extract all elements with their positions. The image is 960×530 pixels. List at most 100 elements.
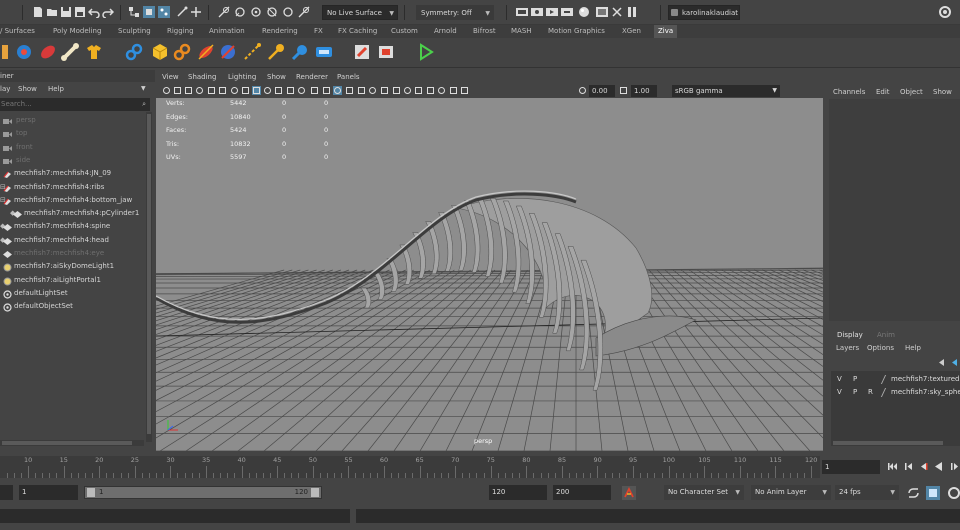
select-component-icon[interactable] bbox=[158, 6, 170, 18]
safe-action-icon[interactable] bbox=[286, 86, 295, 95]
layer-color-swatch[interactable] bbox=[880, 388, 892, 397]
outliner-vertical-scrollbar[interactable] bbox=[146, 112, 152, 442]
viewport-menu-view[interactable]: View bbox=[162, 71, 179, 84]
settings-gear-icon[interactable] bbox=[938, 5, 952, 19]
shelf-menu-icon[interactable] bbox=[2, 42, 8, 62]
shelf-tab-xgen[interactable]: XGen bbox=[622, 25, 641, 38]
ziva-material-icon[interactable] bbox=[150, 42, 170, 62]
go-to-start-icon[interactable] bbox=[887, 461, 898, 472]
range-start-handle[interactable] bbox=[87, 488, 95, 497]
play-backwards-icon[interactable] bbox=[933, 461, 944, 472]
outliner-item[interactable]: persp bbox=[0, 114, 150, 127]
shadows-icon[interactable] bbox=[368, 86, 377, 95]
smooth-shade-icon[interactable] bbox=[322, 86, 331, 95]
anim-layer-dropdown[interactable]: No Anim Layer ▼ bbox=[751, 485, 831, 500]
layer-reference-toggle[interactable]: R bbox=[868, 386, 873, 399]
outliner-options-chevron-icon[interactable]: ▼ bbox=[141, 82, 146, 96]
snap-to-grid-icon[interactable] bbox=[218, 6, 230, 18]
range-end-handle[interactable] bbox=[311, 488, 319, 497]
ziva-run-icon[interactable] bbox=[416, 42, 436, 62]
image-plane-icon[interactable] bbox=[195, 86, 204, 95]
layer-menu-layers[interactable]: Layers bbox=[836, 342, 859, 355]
mel-command-input[interactable] bbox=[0, 509, 350, 523]
grid-icon[interactable] bbox=[230, 86, 239, 95]
shelf-tab-arnold[interactable]: Arnold bbox=[434, 25, 457, 38]
isolate-select-icon[interactable] bbox=[426, 86, 435, 95]
color-space-dropdown[interactable]: sRGB gamma ▼ bbox=[672, 85, 780, 97]
make-live-icon[interactable] bbox=[298, 6, 310, 18]
layer-row[interactable]: VPRmechfish7:sky_sphere bbox=[831, 386, 960, 399]
layer-playback-toggle[interactable]: P bbox=[853, 373, 857, 386]
motion-blur-icon[interactable] bbox=[392, 86, 401, 95]
select-object-icon[interactable] bbox=[143, 6, 155, 18]
tab-display[interactable]: Display bbox=[837, 328, 863, 342]
arnold-render-icon[interactable] bbox=[596, 6, 608, 18]
shelf-tab-poly-modeling[interactable]: Poly Modeling bbox=[53, 25, 101, 38]
shelf-tab-sculpting[interactable]: Sculpting bbox=[118, 25, 151, 38]
outliner-item[interactable]: mechfish7:aiSkyDomeLight1 bbox=[0, 260, 150, 273]
save-scene-icon[interactable] bbox=[60, 6, 72, 18]
scrollbar-thumb[interactable] bbox=[147, 114, 151, 434]
outliner-item[interactable]: defaultObjectSet bbox=[0, 300, 150, 313]
use-all-lights-icon[interactable] bbox=[357, 86, 366, 95]
shelf-tab-rendering[interactable]: Rendering bbox=[262, 25, 298, 38]
layer-visibility-toggle[interactable]: V bbox=[837, 373, 842, 386]
viewport-menu-lighting[interactable]: Lighting bbox=[228, 71, 256, 84]
ziva-cache-icon[interactable] bbox=[290, 42, 310, 62]
outliner-item[interactable]: top bbox=[0, 127, 150, 140]
xray-components-icon[interactable] bbox=[460, 86, 469, 95]
textured-icon[interactable] bbox=[345, 86, 354, 95]
move-layer-up-icon[interactable] bbox=[937, 358, 946, 367]
fps-dropdown[interactable]: 24 fps ▼ bbox=[835, 485, 899, 500]
render-sequence-icon[interactable] bbox=[611, 6, 623, 18]
play-forwards-icon[interactable] bbox=[948, 461, 959, 472]
outliner-menu-show[interactable]: Show bbox=[18, 82, 37, 96]
shelf-tab-rigging[interactable]: Rigging bbox=[167, 25, 194, 38]
camera-attributes-icon[interactable] bbox=[173, 86, 182, 95]
shelf-tab-ziva[interactable]: Ziva bbox=[654, 25, 678, 38]
shelf-tab-mash[interactable]: MASH bbox=[511, 25, 532, 38]
outliner-item[interactable]: mechfish7:mechfish4:JN_09 bbox=[0, 167, 150, 180]
step-back-frame-icon[interactable] bbox=[918, 461, 929, 472]
character-key-icon[interactable] bbox=[926, 486, 940, 500]
snap-to-surface-icon[interactable] bbox=[282, 6, 294, 18]
ziva-muscle-icon[interactable] bbox=[38, 42, 58, 62]
xray-icon[interactable] bbox=[437, 86, 446, 95]
safe-title-icon[interactable] bbox=[297, 86, 306, 95]
2d-pan-zoom-icon[interactable] bbox=[207, 86, 216, 95]
outliner-horizontal-scrollbar[interactable] bbox=[0, 440, 144, 446]
outliner-item[interactable]: ◆ mechfish7:mechfish4:head bbox=[0, 234, 150, 247]
animation-end-field[interactable]: 200 bbox=[553, 485, 611, 500]
outliner-item[interactable]: ◆ mechfish7:mechfish4:spine bbox=[0, 220, 150, 233]
outliner-item[interactable]: front bbox=[0, 141, 150, 154]
ziva-attachment-icon[interactable] bbox=[124, 42, 144, 62]
outliner-item[interactable]: side bbox=[0, 154, 150, 167]
render-view-icon[interactable] bbox=[516, 6, 528, 18]
shelf-tab-fx-caching[interactable]: FX Caching bbox=[338, 25, 377, 38]
account-button[interactable]: karolinaklaudiat bbox=[668, 5, 740, 20]
resolution-gate-icon[interactable] bbox=[252, 86, 261, 95]
current-frame-field[interactable]: 1 bbox=[822, 460, 880, 474]
playback-start-field[interactable]: 1 bbox=[19, 485, 78, 500]
prefs-icon[interactable] bbox=[947, 486, 960, 500]
symmetry-dropdown[interactable]: Symmetry: Off ▼ bbox=[416, 5, 494, 20]
select-by-hierarchy-icon[interactable] bbox=[190, 6, 202, 18]
layer-playback-toggle[interactable]: P bbox=[853, 386, 857, 399]
outliner-item[interactable]: defaultLightSet bbox=[0, 287, 150, 300]
shelf-tab-surfaces[interactable]: / Surfaces bbox=[0, 25, 35, 38]
ziva-fiber-icon[interactable] bbox=[172, 42, 192, 62]
outliner-item[interactable]: ⊟ mechfish7:mechfish4:ribs bbox=[0, 181, 150, 194]
snap-to-curve-icon[interactable] bbox=[234, 6, 246, 18]
undo-icon[interactable] bbox=[88, 6, 100, 18]
shelf-tab-custom[interactable]: Custom bbox=[391, 25, 418, 38]
snap-to-point-icon[interactable] bbox=[250, 6, 262, 18]
select-camera-icon[interactable] bbox=[162, 86, 171, 95]
layer-visibility-toggle[interactable]: V bbox=[837, 386, 842, 399]
ziva-embedder-icon[interactable] bbox=[266, 42, 286, 62]
viewport-menu-panels[interactable]: Panels bbox=[337, 71, 360, 84]
fish-skeleton-model[interactable] bbox=[156, 190, 697, 391]
render-settings-icon[interactable] bbox=[561, 6, 573, 18]
gamma-field[interactable]: 1.00 bbox=[631, 85, 657, 97]
shelf-tab-fx[interactable]: FX bbox=[314, 25, 323, 38]
channel-menu-channels[interactable]: Channels bbox=[833, 85, 865, 99]
